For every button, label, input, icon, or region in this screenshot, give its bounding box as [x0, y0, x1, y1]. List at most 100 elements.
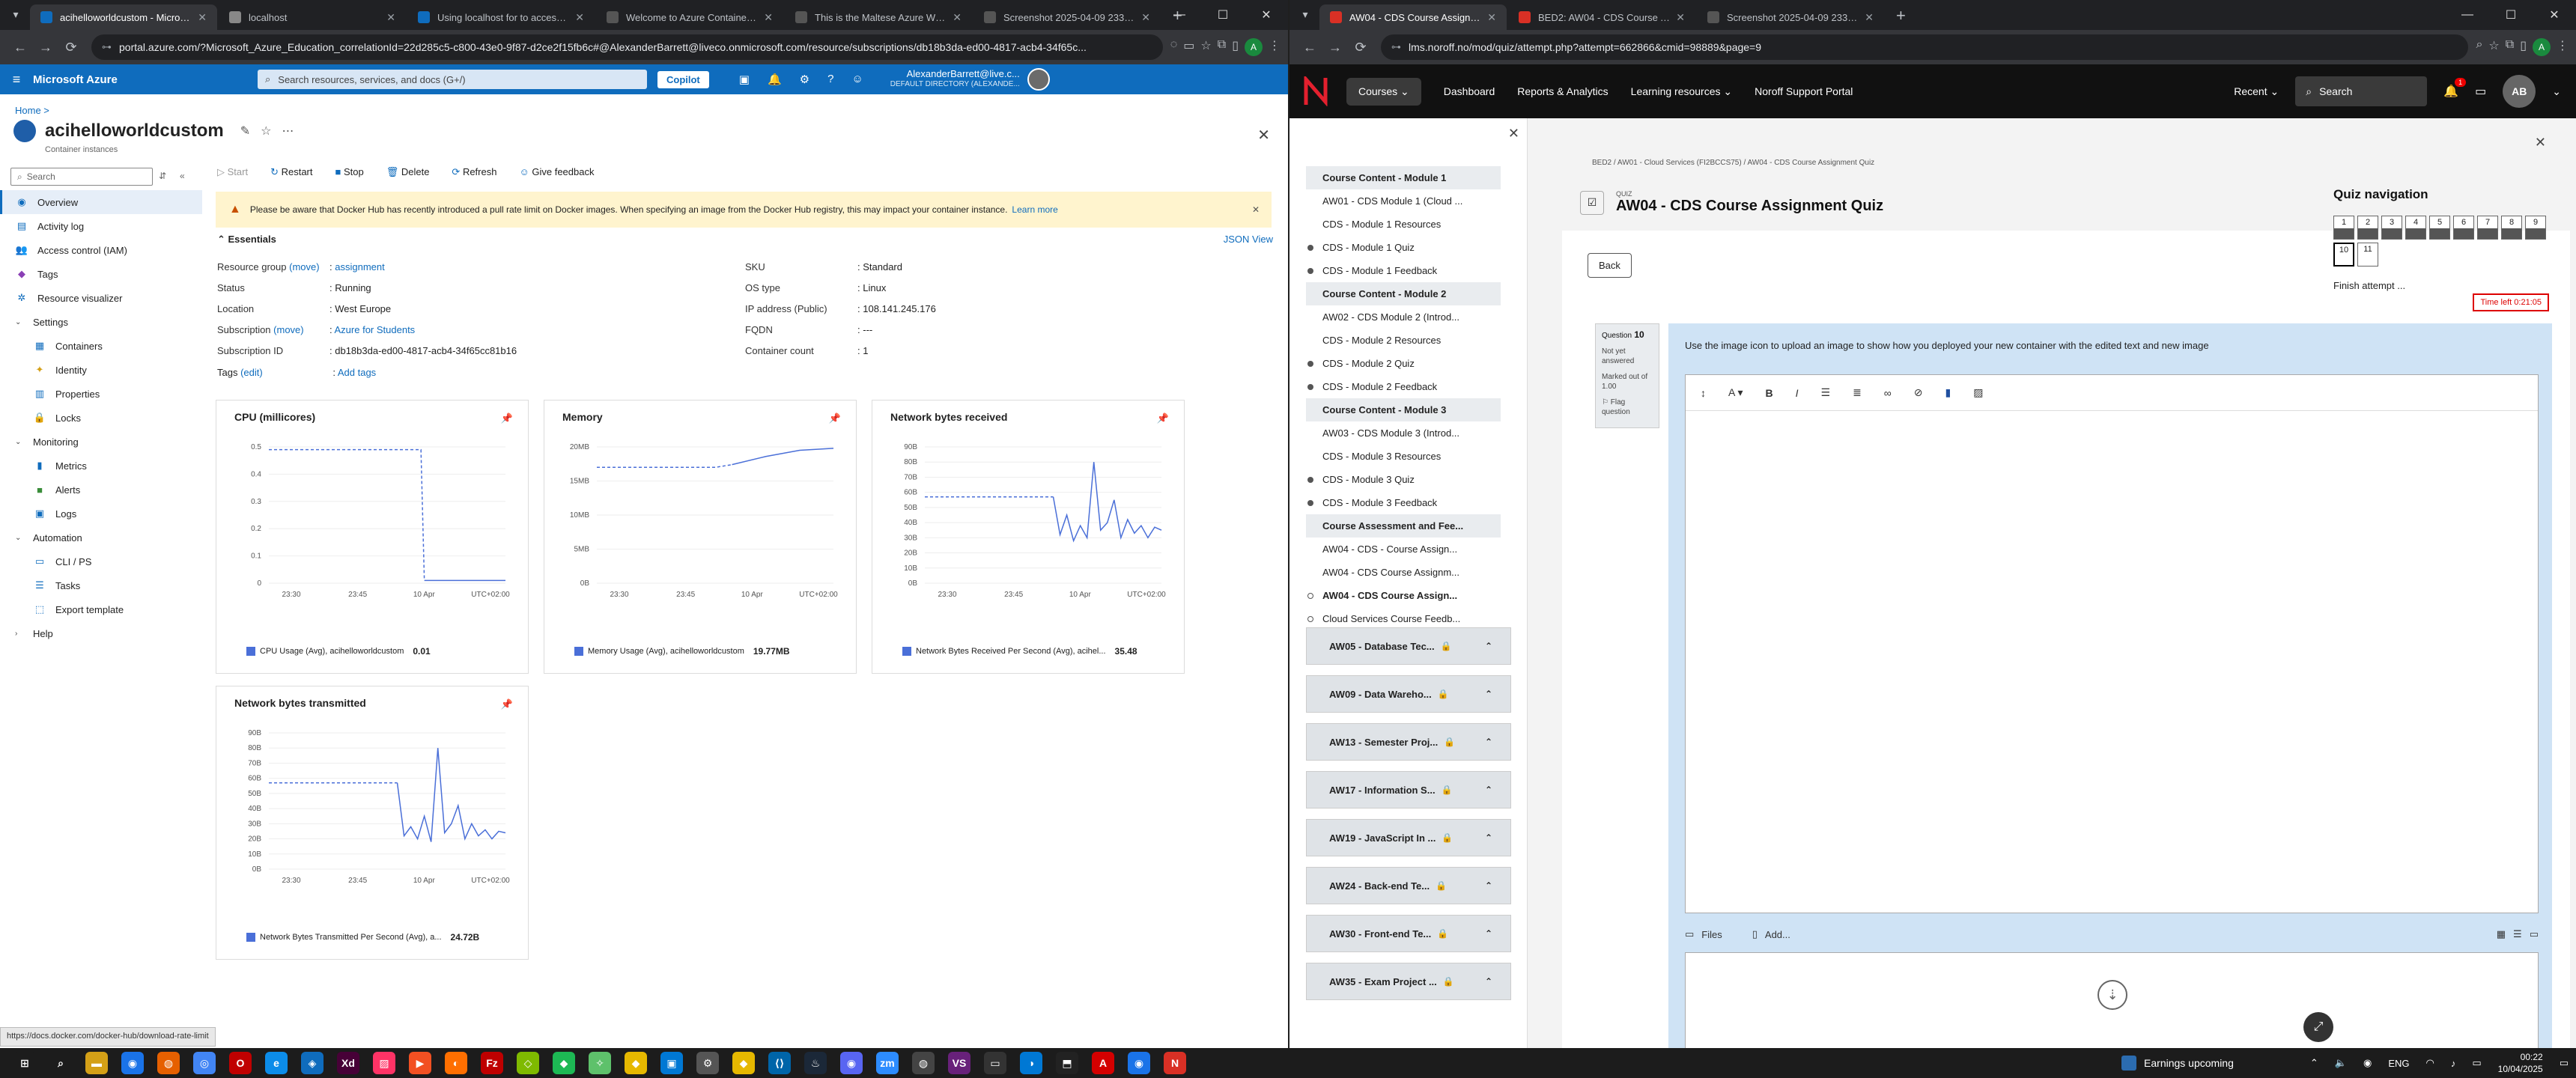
browser-tab[interactable]: Screenshot 2025-04-09 23322... ✕ — [1697, 4, 1884, 30]
account-avatar[interactable] — [1027, 68, 1050, 91]
taskbar-app-icon[interactable]: ⊞ — [13, 1052, 36, 1074]
nav-item-monitoring[interactable]: ⌄ Monitoring — [0, 430, 202, 454]
course-activity-link[interactable]: AW01 - CDS Module 1 (Cloud ... — [1306, 189, 1501, 213]
nav-item-metrics[interactable]: ▮ Metrics — [0, 454, 202, 478]
taskbar-app-icon[interactable]: ◆ — [553, 1052, 575, 1074]
course-activity-link[interactable]: AW04 - CDS Course Assignm... — [1306, 561, 1501, 584]
noroff-logo[interactable] — [1297, 73, 1334, 110]
minimize-icon[interactable]: — — [1158, 0, 1201, 30]
metric-chart-card[interactable]: Network bytes received 📌 90B 80B 70B 60B 50B 40… — [872, 400, 1185, 674]
value-text[interactable]: Azure for Students — [335, 324, 416, 335]
image-icon[interactable]: ▨ — [1973, 386, 1983, 399]
metric-chart-card[interactable]: CPU (millicores) 📌 0.5 0.4 0.3 0.2 0.1 0 23:30 23… — [216, 400, 529, 674]
tab-close-icon[interactable]: ✕ — [198, 11, 207, 24]
locked-course-section[interactable]: AW05 - Database Tec... 🔒 ⌃ — [1306, 627, 1511, 665]
course-section-header[interactable]: Course Content - Module 3 — [1306, 398, 1501, 421]
tab-search-icon[interactable]: ▾ — [6, 4, 25, 24]
taskbar-app-icon[interactable]: ◑ — [1020, 1052, 1042, 1074]
taskbar-app-icon[interactable]: O — [229, 1052, 252, 1074]
cmd-delete[interactable]: 🗑 Delete — [386, 166, 430, 178]
back-icon[interactable]: ← — [1297, 40, 1322, 55]
close-drawer-icon[interactable]: ✕ — [1508, 126, 1519, 141]
answer-editor[interactable]: ↕ A ▾ B I ☰ ≣ ∞ ⊘ ▮ ▨ — [1685, 374, 2539, 913]
collapse-chevron-icon[interactable]: ⌃ — [1485, 928, 1492, 939]
course-activity-link[interactable]: CDS - Module 2 Resources — [1306, 329, 1501, 352]
browser-tab[interactable]: Welcome to Azure Container In... ✕ — [596, 4, 783, 30]
browser-tab[interactable]: AW04 - CDS Course Assignme... ✕ — [1319, 4, 1507, 30]
browser-tab[interactable]: acihelloworldcustom - Micros... ✕ — [30, 4, 217, 30]
locked-course-section[interactable]: AW35 - Exam Project ... 🔒 ⌃ — [1306, 963, 1511, 1000]
nav-item-overview[interactable]: ◉ Overview — [0, 190, 202, 214]
tab-close-icon[interactable]: ✕ — [1141, 11, 1150, 24]
pin-icon[interactable]: 📌 — [1157, 412, 1169, 424]
global-search-input[interactable]: ⌕ Search resources, services, and docs (G… — [258, 70, 647, 89]
taskbar-app-icon[interactable]: ⬒ — [1056, 1052, 1078, 1074]
locked-course-section[interactable]: AW09 - Data Wareho... 🔒 ⌃ — [1306, 675, 1511, 713]
tab-close-icon[interactable]: ✕ — [953, 11, 962, 24]
essentials-value[interactable]: : Azure for Students — [329, 324, 415, 335]
quiz-nav-question-7[interactable]: 7 — [2477, 216, 2498, 240]
quiz-nav-question-8[interactable]: 8 — [2501, 216, 2522, 240]
taskbar-app-icon[interactable]: ⌕ — [49, 1052, 72, 1074]
taskbar-app-icon[interactable]: Xd — [337, 1052, 359, 1074]
nav-item-containers[interactable]: ▦ Containers — [0, 334, 202, 358]
taskbar-app-icon[interactable]: ◎ — [193, 1052, 216, 1074]
taskbar-app-icon[interactable]: ◐ — [445, 1052, 467, 1074]
notifications-icon[interactable]: 🔔 — [768, 73, 782, 86]
move-link[interactable]: (move) — [273, 324, 303, 335]
address-bar[interactable]: ⊶ lms.noroff.no/mod/quiz/attempt.php?atte… — [1381, 34, 2469, 60]
browser-tab[interactable]: Using localhost for to access r... ✕ — [407, 4, 595, 30]
cmd-refresh[interactable]: ⟳ Refresh — [452, 166, 496, 178]
zoom-icon[interactable]: ⌕ — [2476, 38, 2482, 56]
taskbar-app-icon[interactable]: ◍ — [912, 1052, 935, 1074]
locked-course-section[interactable]: AW24 - Back-end Te... 🔒 ⌃ — [1306, 867, 1511, 904]
course-activity-link[interactable]: AW04 - CDS - Course Assign... — [1306, 538, 1501, 561]
menu-collapse-icons[interactable]: ⇵« — [159, 171, 198, 181]
messages-icon[interactable]: ▭ — [2475, 84, 2486, 99]
user-menu-chevron-icon[interactable]: ⌄ — [2552, 85, 2561, 98]
tags-edit-link[interactable]: (edit) — [240, 367, 263, 378]
star-icon[interactable]: ☆ — [2488, 38, 2499, 56]
collapse-chevron-icon[interactable]: ⌃ — [1485, 641, 1492, 651]
nav-item-identity[interactable]: ✦ Identity — [0, 358, 202, 382]
settings-icon[interactable]: ⚙ — [800, 73, 809, 86]
close-quiz-nav-icon[interactable]: ✕ — [2535, 135, 2546, 150]
nav-item-help[interactable]: › Help — [0, 621, 202, 645]
star-icon[interactable]: ☆ — [1200, 38, 1211, 56]
volume-icon[interactable]: ♪ — [2451, 1058, 2456, 1069]
reload-icon[interactable]: ⟳ — [1348, 40, 1373, 55]
cmd-stop[interactable]: ■ Stop — [335, 166, 364, 178]
quiz-nav-question-5[interactable]: 5 — [2429, 216, 2450, 240]
unlink-icon[interactable]: ⊘ — [1914, 386, 1923, 399]
course-activity-link[interactable]: CDS - Module 3 Quiz — [1306, 468, 1501, 491]
course-section-header[interactable]: Course Content - Module 2 — [1306, 282, 1501, 305]
cmd-start[interactable]: ▷ Start — [217, 166, 248, 178]
maximize-icon[interactable]: ☐ — [2489, 0, 2533, 30]
sidebar-icon[interactable]: ▯ — [2520, 38, 2527, 56]
taskbar-app-icon[interactable]: ◇ — [517, 1052, 539, 1074]
close-window-icon[interactable]: ✕ — [1245, 0, 1288, 30]
pin-icon[interactable]: 📌 — [501, 412, 513, 424]
profile-avatar[interactable]: A — [1245, 38, 1263, 56]
nav-item-tags[interactable]: ◆ Tags — [0, 262, 202, 286]
course-section-header[interactable]: Course Assessment and Fee... — [1306, 514, 1501, 538]
metric-chart-card[interactable]: Memory 📌 20MB 15MB 10MB 5MB 0B 23:30 23:45 10 Apr… — [544, 400, 857, 674]
cmd-restart[interactable]: ↻ Restart — [270, 166, 312, 178]
quiz-breadcrumb[interactable]: BED2 / AW01 - Cloud Services (FI2BCCS75)… — [1592, 159, 1874, 167]
taskbar-app-icon[interactable]: ◉ — [1128, 1052, 1150, 1074]
address-bar[interactable]: ⊶ portal.azure.com/?Microsoft_Azure_Educa… — [91, 34, 1163, 60]
extensions-icon[interactable]: ⧉ — [1218, 38, 1226, 56]
metric-chart-card[interactable]: Network bytes transmitted 📌 90B 80B 70B 60B 50… — [216, 686, 529, 960]
locked-course-section[interactable]: AW30 - Front-end Te... 🔒 ⌃ — [1306, 915, 1511, 952]
list-view-icon[interactable]: ☰ — [2513, 928, 2522, 940]
collapse-chevron-icon[interactable]: ⌃ — [1485, 976, 1492, 987]
extensions-icon[interactable]: ⧉ — [2506, 38, 2514, 56]
flag-question[interactable]: ⚐ Flag question — [1602, 398, 1653, 417]
taskbar-app-icon[interactable]: ◆ — [625, 1052, 647, 1074]
finish-attempt-link[interactable]: Finish attempt ... — [2333, 280, 2573, 291]
nav-item-logs[interactable]: ▣ Logs — [0, 502, 202, 526]
taskbar-app-icon[interactable]: ▬ — [85, 1052, 108, 1074]
recent-menu[interactable]: Recent ⌄ — [2234, 85, 2279, 98]
taskbar-app-icon[interactable]: VS — [948, 1052, 970, 1074]
nav-courses[interactable]: Courses ⌄ — [1346, 77, 1421, 106]
